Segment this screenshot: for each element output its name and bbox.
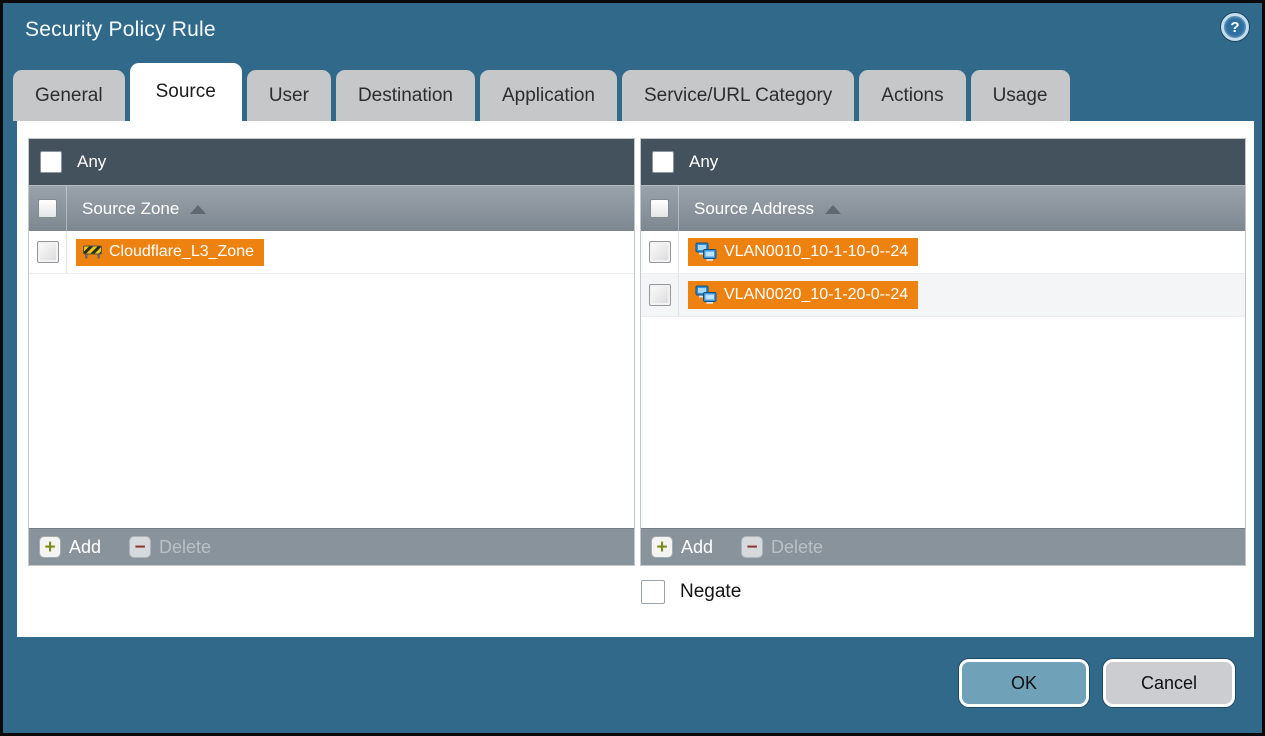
negate-row: Negate [641, 580, 741, 604]
delete-icon: − [129, 536, 152, 558]
tab-user[interactable]: User [246, 70, 331, 121]
source-zone-toolbar: + Add − Delete [29, 528, 634, 565]
sort-ascending-icon [825, 205, 842, 214]
zone-tag-label: Cloudflare_L3_Zone [109, 242, 254, 260]
table-row[interactable]: VLAN0010_10-1-10-0--24 [641, 231, 1245, 274]
add-button[interactable]: + Add [39, 536, 101, 558]
cancel-button[interactable]: Cancel [1103, 659, 1235, 707]
address-tag-label: VLAN0020_10-1-20-0--24 [724, 285, 909, 303]
zone-tag[interactable]: Cloudflare_L3_Zone [76, 238, 264, 266]
negate-label: Negate [680, 581, 742, 602]
tab-actions[interactable]: Actions [859, 70, 966, 121]
tab-service-url-category[interactable]: Service/URL Category [621, 70, 855, 121]
sort-ascending-icon [190, 205, 207, 214]
address-icon [695, 242, 717, 261]
source-zone-any-header: Any [29, 139, 634, 185]
column-title: Source Zone [82, 198, 180, 218]
title-bar: Security Policy Rule ? [3, 3, 1262, 65]
row-checkbox[interactable] [36, 241, 59, 263]
delete-button[interactable]: − Delete [129, 536, 211, 558]
source-address-select-all-checkbox[interactable] [650, 199, 669, 218]
delete-icon: − [741, 536, 764, 558]
tab-usage[interactable]: Usage [970, 70, 1070, 121]
add-icon: + [651, 536, 673, 558]
tab-source[interactable]: Source [129, 63, 242, 121]
row-checkbox-cell [641, 274, 679, 316]
source-address-list: VLAN0010_10-1-10-0--24 VLAN0020_10-1-20-… [641, 231, 1245, 528]
add-label: Add [69, 536, 102, 557]
row-cell: VLAN0010_10-1-10-0--24 [679, 238, 919, 266]
select-all-cell [641, 186, 679, 231]
address-icon [695, 285, 717, 304]
source-address-any-label: Any [689, 152, 719, 171]
tab-destination[interactable]: Destination [335, 70, 475, 121]
row-checkbox-cell [29, 231, 67, 273]
address-tag-label: VLAN0010_10-1-10-0--24 [724, 242, 909, 260]
row-checkbox[interactable] [648, 241, 671, 263]
source-address-any-checkbox[interactable] [652, 151, 674, 173]
delete-button[interactable]: − Delete [741, 536, 823, 558]
zone-icon [83, 244, 102, 259]
negate-checkbox[interactable] [641, 580, 665, 604]
help-icon[interactable]: ? [1221, 13, 1249, 41]
address-tag[interactable]: VLAN0010_10-1-10-0--24 [688, 238, 919, 266]
column-title: Source Address [694, 198, 815, 218]
row-cell: VLAN0020_10-1-20-0--24 [679, 281, 919, 309]
row-checkbox[interactable] [648, 284, 671, 306]
source-address-panel: Any Source Address VLAN0010_10-1-10-0--2… [640, 138, 1246, 566]
source-address-toolbar: + Add − Delete [641, 528, 1245, 565]
tab-general[interactable]: General [13, 70, 125, 121]
source-zone-any-label: Any [77, 152, 107, 171]
tab-bar: General Source User Destination Applicat… [13, 63, 1252, 121]
add-icon: + [39, 536, 61, 558]
source-zone-select-all-checkbox[interactable] [38, 199, 57, 218]
add-label: Add [681, 536, 714, 557]
source-zone-panel: Any Source Zone Cloudflare_L3_Zone + Add… [28, 138, 635, 566]
source-address-any-header: Any [641, 139, 1245, 185]
add-button[interactable]: + Add [651, 536, 713, 558]
row-checkbox-cell [641, 231, 679, 273]
tab-content-source: Any Source Zone Cloudflare_L3_Zone + Add… [17, 121, 1254, 637]
table-row[interactable]: VLAN0020_10-1-20-0--24 [641, 274, 1245, 317]
delete-label: Delete [159, 536, 212, 557]
address-tag[interactable]: VLAN0020_10-1-20-0--24 [688, 281, 919, 309]
delete-label: Delete [771, 536, 824, 557]
source-zone-list: Cloudflare_L3_Zone [29, 231, 634, 528]
ok-button[interactable]: OK [959, 659, 1089, 707]
column-header-source-zone[interactable]: Source Zone [29, 185, 634, 231]
table-row[interactable]: Cloudflare_L3_Zone [29, 231, 634, 274]
row-cell: Cloudflare_L3_Zone [67, 238, 264, 266]
column-header-source-address[interactable]: Source Address [641, 185, 1245, 231]
dialog-title: Security Policy Rule [25, 18, 216, 41]
select-all-cell [29, 186, 67, 231]
security-policy-rule-dialog: Security Policy Rule ? General Source Us… [0, 0, 1265, 736]
tab-application[interactable]: Application [480, 70, 617, 121]
source-zone-any-checkbox[interactable] [40, 151, 62, 173]
